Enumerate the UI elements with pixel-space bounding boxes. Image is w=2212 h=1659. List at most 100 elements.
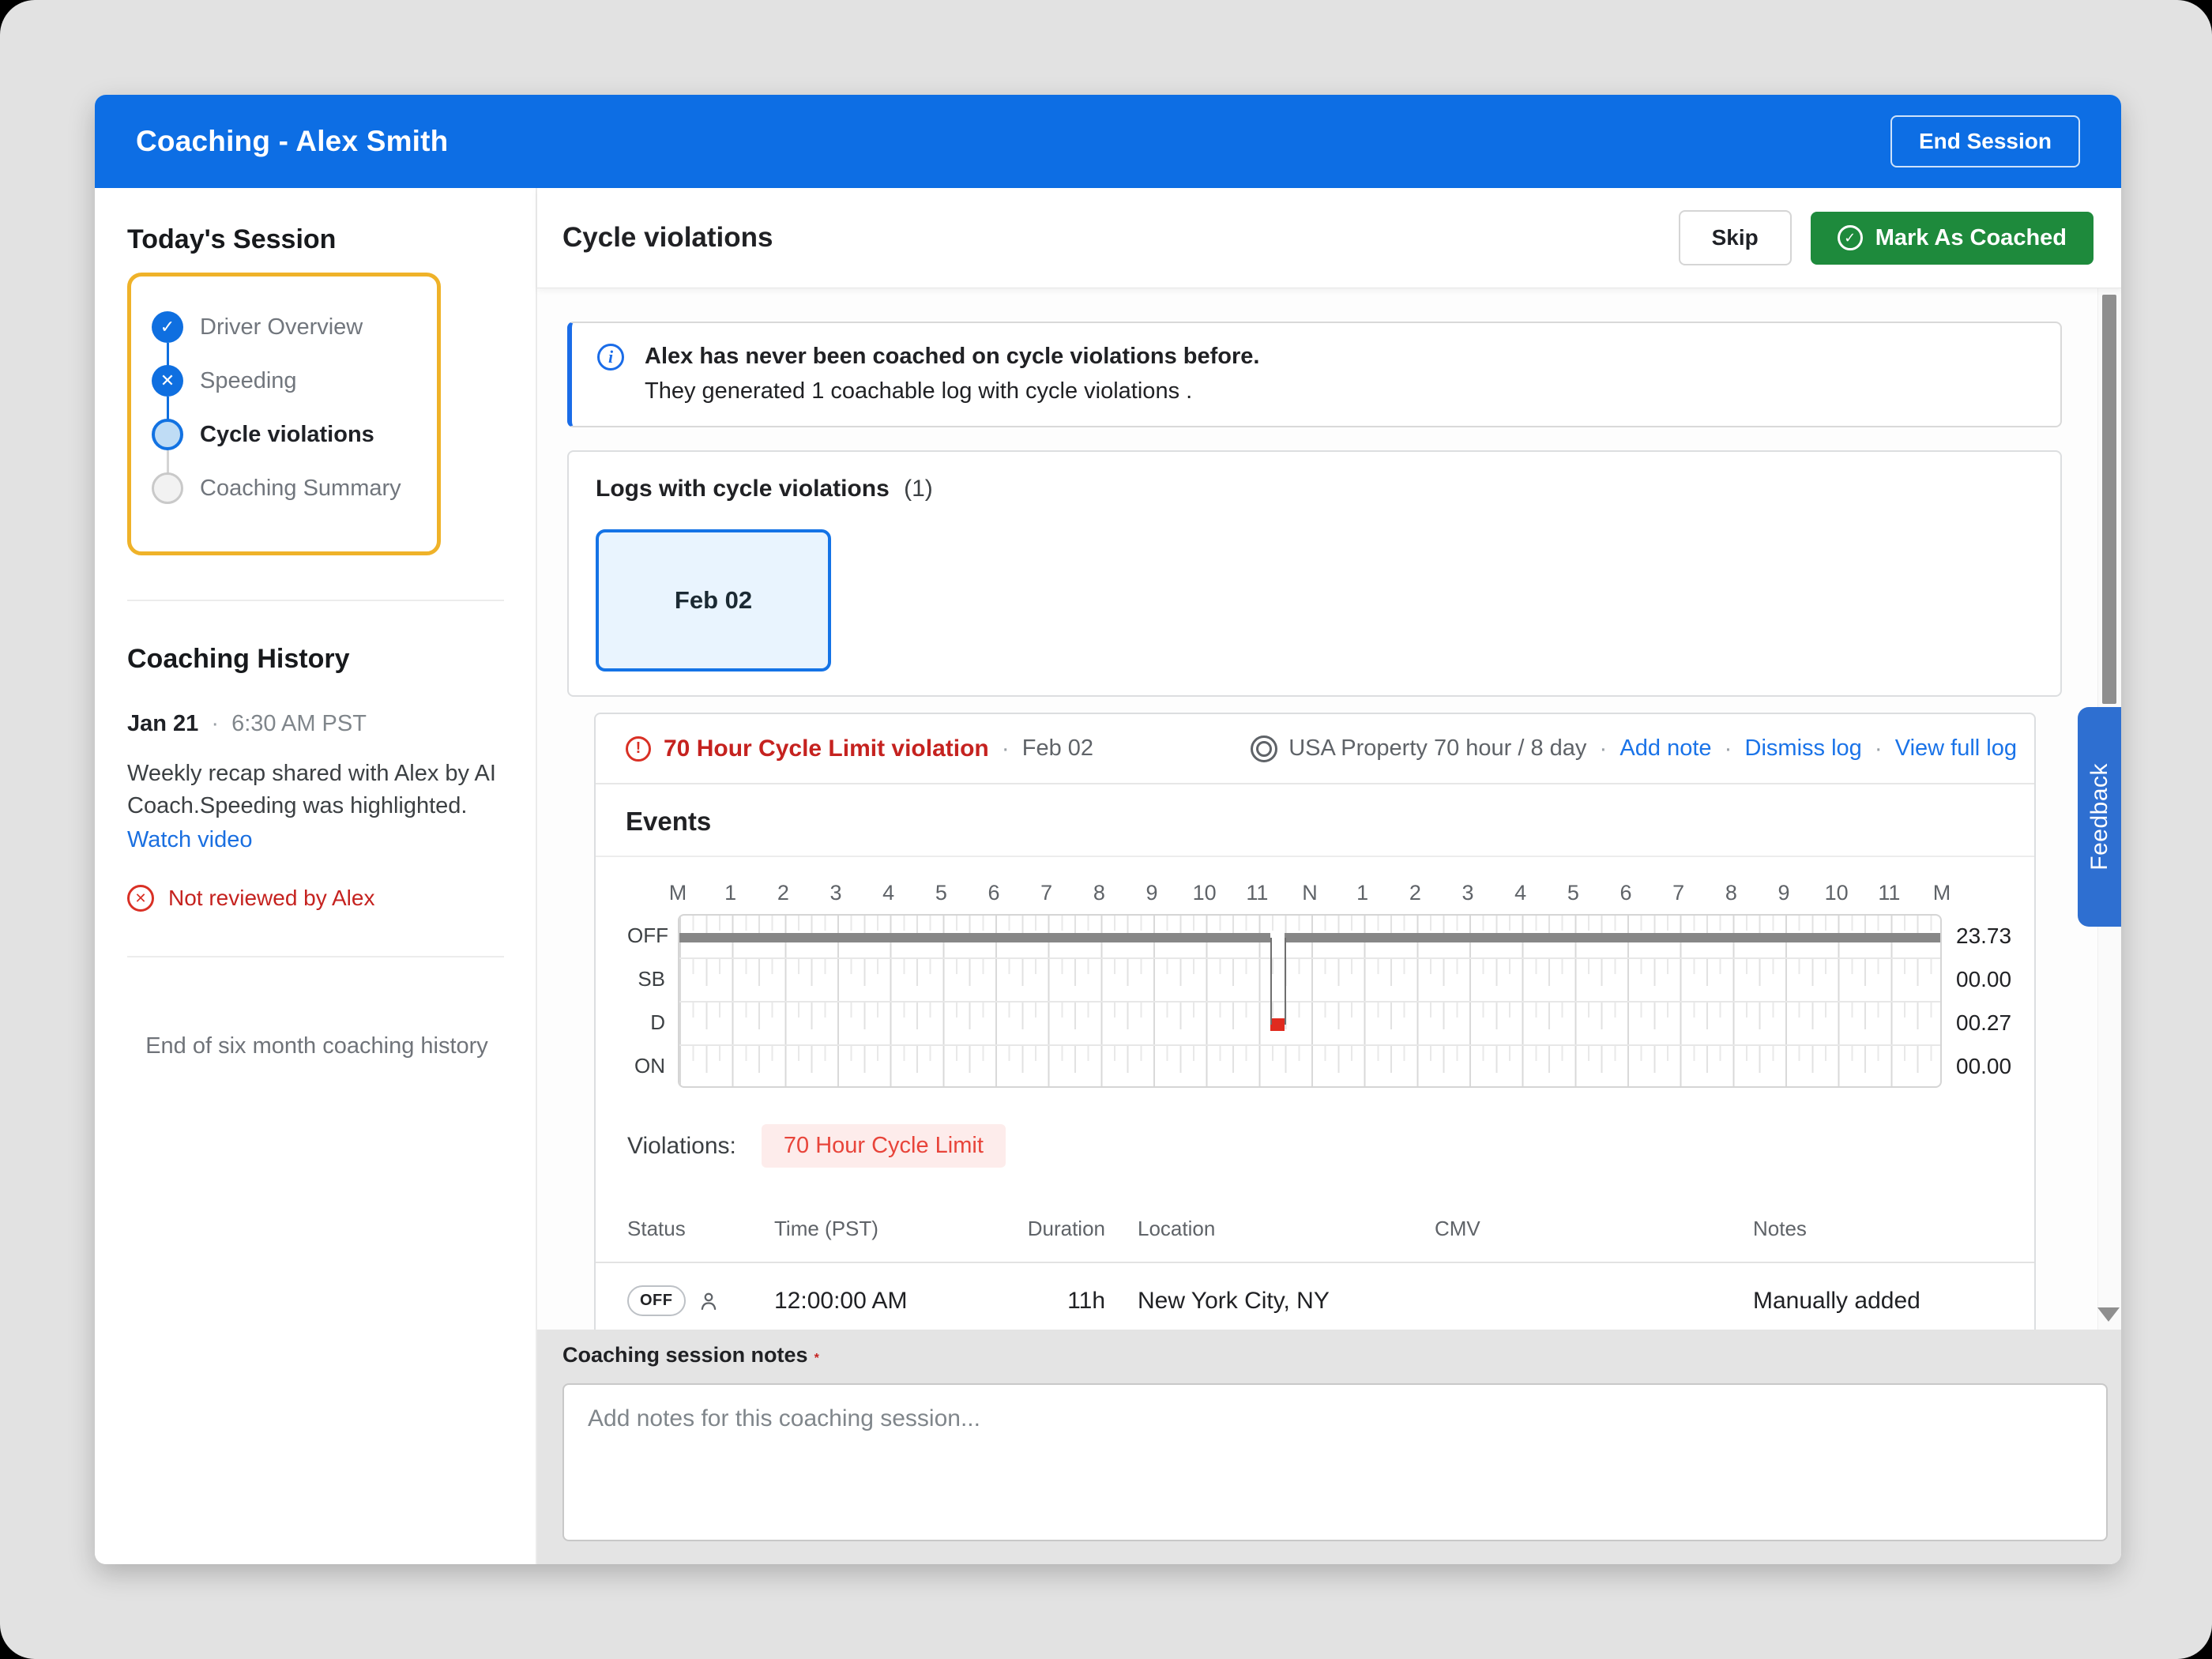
cell-location: New York City, NY — [1138, 1287, 1330, 1314]
main-panel: Cycle violations Skip Mark As Coached — [537, 188, 2121, 1564]
info-icon — [597, 344, 624, 371]
alert-circle-icon — [626, 735, 651, 762]
axis-label: 8 — [1093, 881, 1105, 905]
step-driver-overview[interactable]: Driver Overview — [152, 300, 418, 366]
person-icon — [697, 1289, 720, 1313]
view-full-log-link[interactable]: View full log — [1895, 735, 2017, 762]
history-entry-date: Jan 21 — [127, 711, 199, 736]
section-toolbar: Cycle violations Skip Mark As Coached — [537, 188, 2121, 288]
banner-line2: They generated 1 coachable log with cycl… — [645, 378, 1193, 404]
col-location: Location — [1138, 1217, 1216, 1240]
axis-label: 9 — [1146, 881, 1158, 905]
coaching-history-heading: Coaching History — [127, 644, 350, 674]
segment-connector — [1285, 937, 1287, 1025]
violation-badge: 70 Hour Cycle Limit — [761, 1124, 1006, 1168]
step-coaching-summary[interactable]: Coaching Summary — [152, 461, 418, 515]
page-title: Coaching - Alex Smith — [136, 125, 449, 157]
events-table: Status Time (PST) Duration Location CMV … — [596, 1207, 2034, 1330]
dot-separator: · — [1599, 735, 1608, 762]
row-label: D — [650, 1010, 665, 1034]
axis-label: 10 — [1824, 881, 1849, 905]
screen: Coaching - Alex Smith End Session Today'… — [0, 0, 2212, 1659]
add-note-link[interactable]: Add note — [1620, 735, 1711, 762]
col-cmv: CMV — [1435, 1217, 1480, 1240]
scrollbar-thumb[interactable] — [2102, 295, 2116, 704]
logs-card-title: Logs with cycle violations — [596, 476, 890, 502]
segment-connector — [1270, 937, 1273, 1025]
step-speeding[interactable]: Speeding — [152, 354, 418, 419]
axis-label: 7 — [1672, 881, 1685, 905]
step-connector — [167, 397, 169, 419]
row-total: 00.00 — [1956, 1054, 2012, 1078]
feedback-tab[interactable]: Feedback — [2078, 707, 2121, 927]
axis-label: 11 — [1246, 881, 1269, 905]
ruleset-label: USA Property 70 hour / 8 day — [1288, 735, 1587, 761]
step-label: Coaching Summary — [200, 475, 401, 501]
chart-grid — [678, 914, 1942, 1088]
grid-row-on — [679, 1046, 1940, 1086]
axis-label: 2 — [777, 881, 789, 905]
events-heading: Events — [596, 784, 2034, 857]
step-label: Driver Overview — [200, 314, 363, 340]
table-row: OFF 12:00:00 AM 11h New York City, NY Ma… — [596, 1263, 2034, 1330]
step-label: Speeding — [200, 367, 297, 393]
coaching-notes-input[interactable] — [562, 1383, 2108, 1541]
axis-label: 10 — [1192, 881, 1217, 905]
logs-count: (1) — [904, 476, 933, 502]
not-reviewed-status: Not reviewed by Alex — [127, 885, 504, 912]
step-cycle-violations[interactable]: Cycle violations — [152, 408, 418, 473]
row-total: 00.27 — [1956, 1010, 2012, 1035]
violations-row: Violations: 70 Hour Cycle Limit — [627, 1124, 2034, 1168]
axis-label: M — [1932, 881, 1951, 905]
row-total: 00.00 — [1956, 967, 2012, 991]
dismiss-log-link[interactable]: Dismiss log — [1745, 735, 1862, 762]
divider — [127, 956, 504, 957]
axis-label: 6 — [988, 881, 1000, 905]
axis-label: 5 — [1567, 881, 1579, 905]
violation-segment — [1270, 1018, 1285, 1031]
axis-label: 8 — [1725, 881, 1737, 905]
col-status: Status — [627, 1217, 686, 1240]
duty-segment — [1285, 932, 1940, 942]
mark-as-coached-button[interactable]: Mark As Coached — [1810, 211, 2094, 265]
col-notes: Notes — [1753, 1217, 1807, 1240]
section-content: Alex has never been coached on cycle vio… — [537, 288, 2121, 1330]
axis-label: M — [668, 881, 687, 905]
sidebar: Today's Session Driver Overview Speeding — [95, 188, 537, 1564]
col-time: Time (PST) — [774, 1217, 878, 1240]
cell-duration: 11h — [1067, 1287, 1105, 1314]
x-circle-icon — [152, 365, 183, 397]
col-duration: Duration — [1027, 1217, 1105, 1240]
axis-label: 2 — [1409, 881, 1421, 905]
step-label: Cycle violations — [200, 421, 374, 447]
upcoming-step-icon — [152, 472, 183, 504]
axis-label: 3 — [1462, 881, 1474, 905]
banner-line1: Alex has never been coached on cycle vio… — [645, 344, 1260, 369]
section-title: Cycle violations — [562, 222, 773, 253]
bullseye-icon — [1251, 735, 1278, 762]
logs-card: Logs with cycle violations (1) Feb 02 — [567, 450, 2062, 697]
skip-button[interactable]: Skip — [1678, 210, 1792, 265]
axis-label: 1 — [1356, 881, 1369, 905]
end-of-history-label: End of six month coaching history — [145, 1033, 488, 1059]
watch-video-link[interactable]: Watch video — [127, 827, 253, 853]
cell-notes: Manually added — [1753, 1287, 1920, 1314]
scroll-down-arrow[interactable] — [2097, 1307, 2120, 1322]
app-header: Coaching - Alex Smith End Session — [95, 95, 2121, 188]
end-session-button[interactable]: End Session — [1890, 115, 2080, 167]
check-circle-icon — [152, 311, 183, 343]
cell-time: 12:00:00 AM — [774, 1287, 908, 1314]
chart-row-labels: OFF SB D ON — [627, 914, 678, 1088]
step-connector — [167, 343, 169, 366]
info-banner: Alex has never been coached on cycle vio… — [567, 322, 2062, 427]
log-date-tab[interactable]: Feb 02 — [596, 529, 831, 672]
history-entry-time: 6:30 AM PST — [231, 711, 367, 736]
dot-separator: · — [1724, 735, 1732, 762]
chart-axis: M 1 2 3 4 5 6 7 8 9 10 11 N 1 2 3 4 5 6 7 8 9 10 11 M — [669, 879, 1951, 914]
row-total: 23.73 — [1956, 924, 2012, 948]
mark-as-coached-label: Mark As Coached — [1875, 224, 2067, 250]
feedback-tab-label: Feedback — [2086, 763, 2112, 871]
axis-label: N — [1302, 881, 1318, 905]
dot-separator: · — [211, 711, 220, 736]
notes-label: Coaching session notes — [562, 1343, 808, 1367]
